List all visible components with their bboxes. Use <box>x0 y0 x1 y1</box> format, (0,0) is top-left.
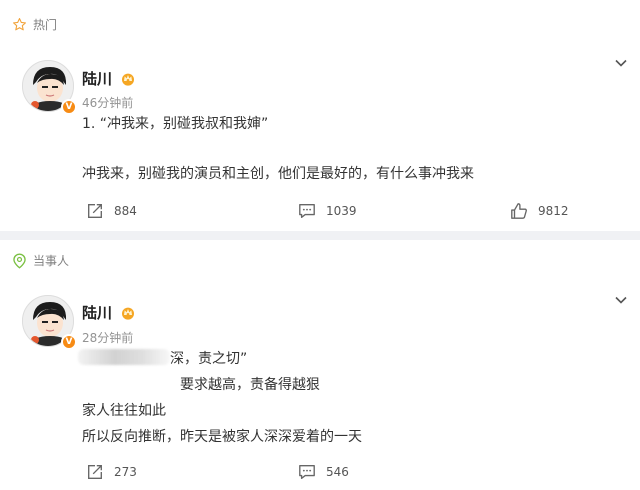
section-header: 当事人 <box>12 252 69 269</box>
chevron-down-icon[interactable] <box>614 293 628 307</box>
post-card: 热门 V 陆川 46分钟前 1. “冲我来，别碰我叔和我婶” 冲我来，别碰我的演… <box>0 0 640 231</box>
post-text-line: 冲我来，别碰我的演员和主创，他们是最好的，有什么事冲我来 <box>82 166 474 182</box>
section-label: 当事人 <box>33 254 70 268</box>
comment-icon <box>299 204 315 218</box>
location-pin-icon <box>13 253 26 269</box>
post-text-line: 要求越高，责备得越狠 <box>180 377 320 393</box>
repost-button[interactable]: 884 <box>86 202 137 220</box>
comment-count: 1039 <box>326 204 357 218</box>
post-time[interactable]: 46分钟前 <box>82 94 133 111</box>
comment-button[interactable]: 546 <box>298 463 349 481</box>
post-time[interactable]: 28分钟前 <box>82 329 133 346</box>
verified-badge-icon: V <box>61 334 77 350</box>
repost-icon <box>88 465 102 479</box>
repost-count: 884 <box>114 204 137 218</box>
crown-badge-icon <box>122 307 135 320</box>
post-text-line: 1. “冲我来，别碰我叔和我婶” <box>82 116 269 132</box>
repost-button[interactable]: 273 <box>86 463 137 481</box>
repost-count: 273 <box>114 465 137 479</box>
author-name[interactable]: 陆川 <box>82 302 112 323</box>
repost-icon <box>88 204 102 218</box>
author-name[interactable]: 陆川 <box>82 68 112 89</box>
avatar[interactable]: V <box>22 295 77 350</box>
section-label: 热门 <box>33 18 58 32</box>
star-outline-icon <box>13 18 26 31</box>
post-text-line: 所以反向推断，昨天是被家人深深爱着的一天 <box>82 429 362 445</box>
post-card: 当事人 V 陆川 28分钟前 深，责之切” 要求越高，责备得越狠 家人往往如此 … <box>0 240 640 490</box>
like-button[interactable]: 9812 <box>510 202 569 220</box>
comment-icon <box>299 465 315 479</box>
avatar[interactable]: V <box>22 60 77 115</box>
post-text-line: 深，责之切” <box>170 351 248 367</box>
section-header: 热门 <box>12 16 57 33</box>
blurred-text <box>78 349 170 365</box>
like-count: 9812 <box>538 204 569 218</box>
comment-button[interactable]: 1039 <box>298 202 357 220</box>
crown-badge-icon <box>122 73 135 86</box>
chevron-down-icon[interactable] <box>614 56 628 70</box>
comment-count: 546 <box>326 465 349 479</box>
verified-badge-icon: V <box>61 99 77 115</box>
post-text-line: 家人往往如此 <box>82 403 166 419</box>
thumbs-up-icon <box>511 203 527 219</box>
